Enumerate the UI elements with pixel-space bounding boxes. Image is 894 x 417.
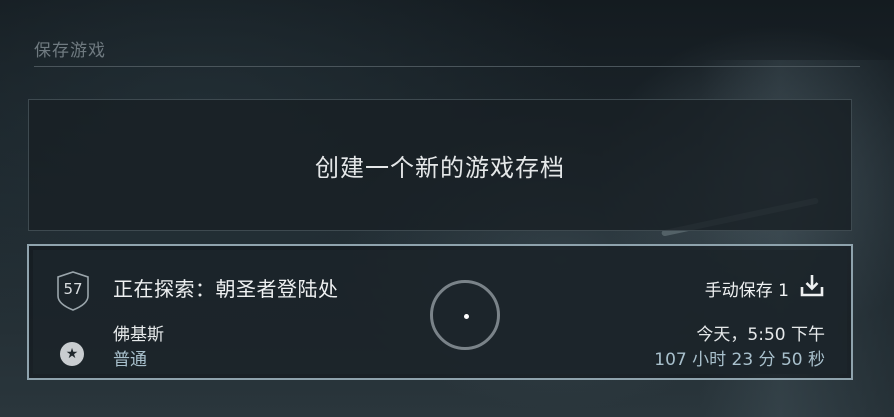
loading-spinner-icon <box>430 280 500 350</box>
save-slot[interactable]: 57 ★ 正在探索：朝圣者登陆处 佛基斯 普通 手动保存 1 今天，5:50 下… <box>27 244 853 380</box>
title-divider <box>34 66 860 67</box>
download-icon <box>799 272 825 298</box>
create-new-save-label: 创建一个新的游戏存档 <box>315 153 565 182</box>
save-location: 正在探索：朝圣者登陆处 <box>113 277 339 301</box>
difficulty-label: 普通 <box>113 350 147 370</box>
shield-level-icon: 57 <box>55 270 91 312</box>
star-icon: ★ <box>60 342 84 366</box>
playtime: 107 小时 23 分 50 秒 <box>654 350 825 370</box>
save-slot-content: 57 ★ 正在探索：朝圣者登陆处 佛基斯 普通 手动保存 1 今天，5:50 下… <box>33 250 847 374</box>
create-new-save-button[interactable]: 创建一个新的游戏存档 <box>28 99 852 231</box>
save-game-screen: 保存游戏 创建一个新的游戏存档 57 ★ 正在探索：朝圣者登陆处 佛基斯 普通 … <box>0 0 894 417</box>
page-title: 保存游戏 <box>34 41 106 61</box>
save-timestamp: 今天，5:50 下午 <box>696 325 825 345</box>
character-name: 佛基斯 <box>113 325 164 345</box>
character-level: 57 <box>63 280 83 298</box>
save-type-label: 手动保存 1 <box>704 281 789 301</box>
loading-dot <box>464 314 469 319</box>
